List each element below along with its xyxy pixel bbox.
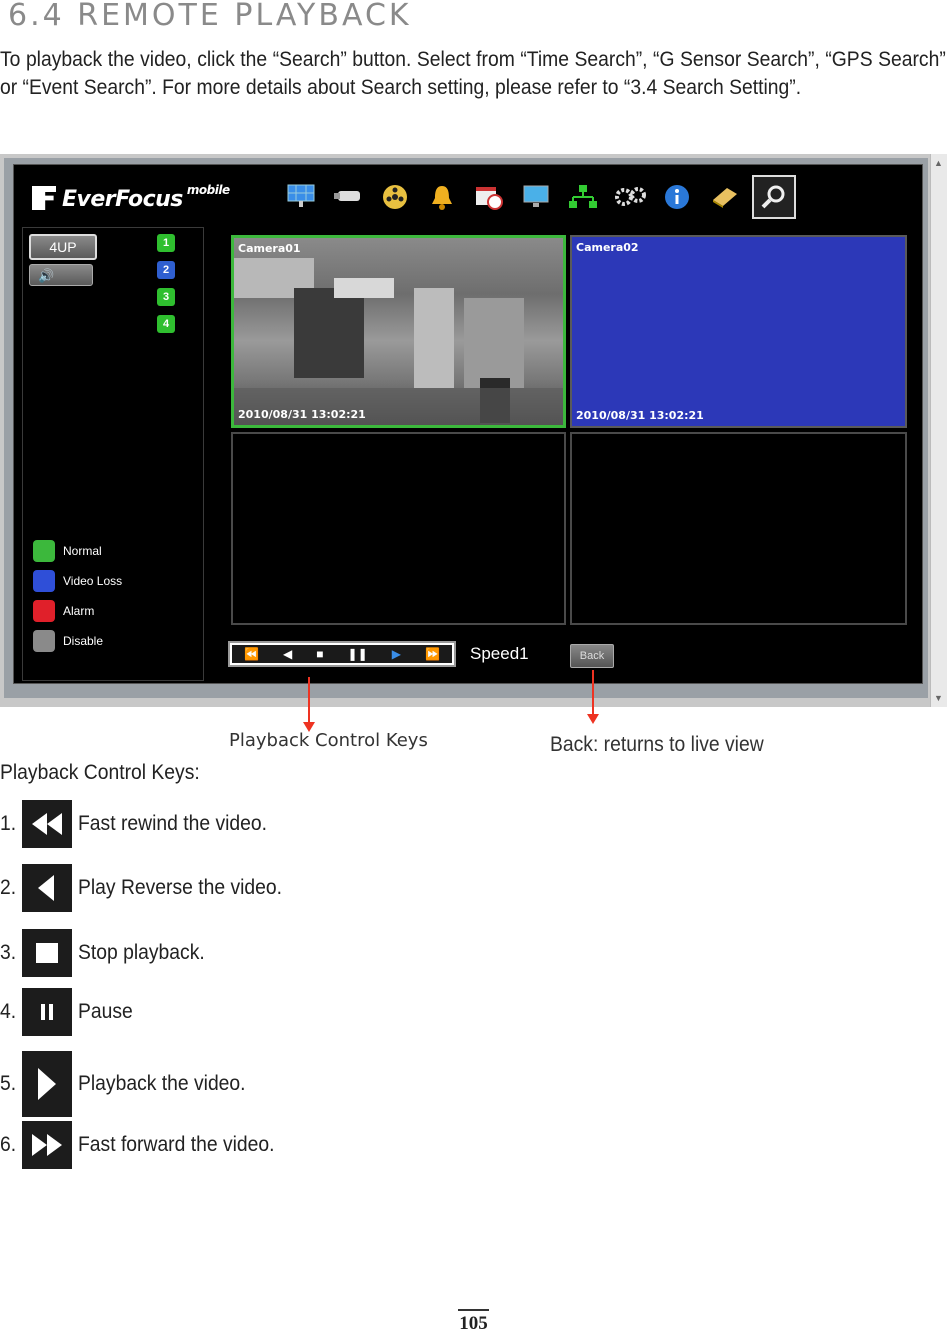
- camera03-tile[interactable]: [231, 432, 566, 625]
- camera01-tile[interactable]: Camera01 2010/08/31 13:02:21: [231, 235, 566, 428]
- camera04-tile[interactable]: [570, 432, 907, 625]
- fast-forward-icon[interactable]: ⏩: [425, 647, 440, 661]
- legend-swatch: [33, 570, 55, 592]
- monitor-icon[interactable]: [282, 178, 320, 216]
- fast-forward-icon: [22, 1121, 72, 1169]
- pause-icon[interactable]: ❚❚: [348, 647, 368, 661]
- legend-label: Video Loss: [63, 574, 123, 588]
- gears-icon[interactable]: [611, 178, 649, 216]
- pause-icon: [22, 988, 72, 1036]
- item-number: 1.: [0, 812, 17, 835]
- everfocus-logo-mark: [32, 186, 56, 210]
- playback-controls-bar: ⏪ ◀ ■ ❚❚ ▶ ⏩: [232, 645, 452, 663]
- alarm-bell-icon[interactable]: [423, 178, 461, 216]
- item-text: Stop playback.: [78, 941, 205, 964]
- item-number: 5.: [0, 1072, 17, 1095]
- camera-timestamp: 2010/08/31 13:02:21: [576, 409, 704, 422]
- display-icon[interactable]: [517, 178, 555, 216]
- channel-3-button[interactable]: 3: [157, 288, 175, 306]
- play-icon: [22, 1051, 72, 1117]
- network-icon[interactable]: [564, 178, 602, 216]
- reverse-play-icon[interactable]: ◀: [283, 647, 292, 661]
- camera02-tile[interactable]: Camera02 2010/08/31 13:02:21: [570, 235, 907, 428]
- dvr-app-window: EverFocus mobile 4UP 🔊 1 2 3 4 Normal Vi…: [13, 164, 923, 684]
- legend-label: Disable: [63, 634, 104, 648]
- item-text: Pause: [78, 1000, 133, 1023]
- list-item: 2. Play Reverse the video.: [0, 861, 300, 915]
- list-item: 5. Playback the video.: [0, 1051, 260, 1117]
- fast-rewind-icon: [22, 800, 72, 848]
- speaker-icon: 🔊: [38, 268, 55, 283]
- film-reel-icon[interactable]: [376, 178, 414, 216]
- layout-4up-button[interactable]: 4UP: [29, 234, 97, 260]
- list-item: 4. Pause: [0, 985, 138, 1039]
- speed-label[interactable]: Speed1: [470, 644, 529, 664]
- callout-arrowhead-back: [587, 714, 599, 724]
- scrollbar[interactable]: ▲ ▼: [930, 154, 947, 707]
- callout-playback-keys: Playback Control Keys: [229, 730, 428, 751]
- callout-line-playback: [308, 677, 310, 724]
- camera01-scene: [234, 258, 563, 425]
- subheading: Playback Control Keys:: [0, 761, 200, 784]
- channel-2-button[interactable]: 2: [157, 261, 175, 279]
- legend-swatch: [33, 540, 55, 562]
- playback-controls: ⏪ ◀ ■ ❚❚ ▶ ⏩: [228, 641, 456, 667]
- item-text: Playback the video.: [78, 1072, 246, 1095]
- stop-icon: [22, 929, 72, 977]
- list-item: 3. Stop playback.: [0, 926, 216, 980]
- item-text: Fast rewind the video.: [78, 812, 268, 835]
- camera-icon[interactable]: [329, 178, 367, 216]
- item-number: 2.: [0, 876, 17, 899]
- dvr-screenshot: EverFocus mobile 4UP 🔊 1 2 3 4 Normal Vi…: [0, 154, 947, 707]
- camera-label: Camera01: [238, 242, 301, 255]
- callout-line-back: [592, 670, 594, 716]
- schedule-icon[interactable]: [470, 178, 508, 216]
- legend-item-normal: Normal: [33, 540, 102, 562]
- legend-swatch: [33, 600, 55, 622]
- list-item: 6. Fast forward the video.: [0, 1118, 292, 1172]
- legend-swatch: [33, 630, 55, 652]
- legend-item-alarm: Alarm: [33, 600, 94, 622]
- reverse-play-icon: [22, 864, 72, 912]
- item-number: 6.: [0, 1133, 17, 1156]
- fast-rewind-icon[interactable]: ⏪: [244, 647, 259, 661]
- item-text: Fast forward the video.: [78, 1133, 275, 1156]
- screenshot-frame: EverFocus mobile 4UP 🔊 1 2 3 4 Normal Vi…: [4, 158, 928, 698]
- intro-paragraph: To playback the video, click the “Search…: [0, 48, 946, 99]
- legend-item-video-loss: Video Loss: [33, 570, 122, 592]
- logo-text: EverFocus: [62, 187, 183, 212]
- legend-item-disable: Disable: [33, 630, 103, 652]
- camera-timestamp: 2010/08/31 13:02:21: [238, 408, 366, 421]
- toolbar: [282, 175, 805, 219]
- callout-back: Back: returns to live view: [550, 733, 764, 756]
- back-button[interactable]: Back: [570, 644, 614, 668]
- item-number: 4.: [0, 1000, 17, 1023]
- notebook-icon[interactable]: [705, 178, 743, 216]
- list-item: 1. Fast rewind the video.: [0, 797, 283, 851]
- sidebar: 4UP 🔊 1 2 3 4 Normal Video Loss Alarm Di…: [22, 227, 204, 681]
- info-icon[interactable]: [658, 178, 696, 216]
- scroll-down-icon[interactable]: ▼: [934, 693, 943, 703]
- item-text: Play Reverse the video.: [78, 876, 283, 899]
- camera-label: Camera02: [576, 241, 639, 254]
- audio-button[interactable]: 🔊: [29, 264, 93, 286]
- stop-icon[interactable]: ■: [316, 647, 323, 661]
- everfocus-logo: EverFocus mobile: [32, 183, 230, 212]
- item-number: 3.: [0, 941, 17, 964]
- search-icon[interactable]: [752, 175, 796, 219]
- channel-4-button[interactable]: 4: [157, 315, 175, 333]
- page-number: 105: [458, 1309, 489, 1335]
- legend-label: Normal: [63, 544, 102, 558]
- play-icon[interactable]: ▶: [392, 647, 401, 661]
- channel-1-button[interactable]: 1: [157, 234, 175, 252]
- legend-label: Alarm: [63, 604, 95, 618]
- scroll-up-icon[interactable]: ▲: [934, 158, 943, 168]
- logo-sup: mobile: [186, 183, 230, 197]
- section-heading: 6.4 REMOTE PLAYBACK: [8, 0, 412, 33]
